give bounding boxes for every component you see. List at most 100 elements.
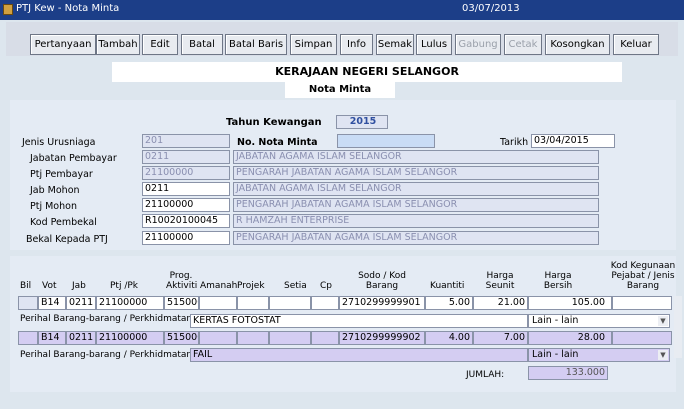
tahun-label: Tahun Kewangan bbox=[226, 117, 322, 128]
jab-mohon-desc: JABATAN AGAMA ISLAM SELANGOR bbox=[233, 182, 599, 196]
row2-harga-bersih: 28.00 bbox=[528, 331, 612, 345]
row1-setia[interactable] bbox=[269, 296, 311, 310]
col-vot: Vot bbox=[42, 281, 57, 291]
row1-bil[interactable] bbox=[18, 296, 38, 310]
col-kuantiti: Kuantiti bbox=[430, 281, 465, 291]
window-title-bar: PTJ Kew - Nota Minta 03/07/2013 bbox=[0, 0, 684, 20]
row1-vot[interactable]: B14 bbox=[38, 296, 66, 310]
ptj-pembayar-code[interactable]: 21100000 bbox=[142, 166, 230, 180]
row2-ptj[interactable]: 21100000 bbox=[96, 331, 164, 345]
kod-pembekal-code[interactable]: R10020100045 bbox=[142, 214, 230, 228]
col-ptj: Ptj /Pk bbox=[110, 281, 138, 291]
row2-perihal-label: Perihal Barang-barang / Perkhidmatan bbox=[20, 350, 193, 360]
jenis-urusniaga-field[interactable]: 201 bbox=[142, 134, 230, 148]
col-prog: Prog. Aktiviti bbox=[166, 271, 198, 291]
items-scrollbar[interactable] bbox=[674, 296, 682, 358]
info-button[interactable]: Info bbox=[340, 34, 373, 55]
ptj-mohon-desc: PENGARAH JABATAN AGAMA ISLAM SELANGOR bbox=[233, 198, 599, 212]
jabatan-pembayar-desc: JABATAN AGAMA ISLAM SELANGOR bbox=[233, 150, 599, 164]
col-kod-kegunaan: Kod Kegunaan Pejabat / Jenis Barang bbox=[610, 261, 676, 291]
window-date: 03/07/2013 bbox=[462, 3, 520, 14]
row2-cp[interactable] bbox=[311, 331, 339, 345]
jumlah-field: 133.000 bbox=[528, 366, 608, 380]
tarikh-label: Tarikh bbox=[500, 137, 529, 148]
jab-mohon-label: Jab Mohon bbox=[30, 185, 80, 196]
bekal-kepada-ptj-code[interactable]: 21100000 bbox=[142, 231, 230, 245]
pertanyaan-button[interactable]: Pertanyaan bbox=[30, 34, 96, 55]
bekal-kepada-ptj-desc: PENGARAH JABATAN AGAMA ISLAM SELANGOR bbox=[233, 231, 599, 245]
row2-setia[interactable] bbox=[269, 331, 311, 345]
row1-cp[interactable] bbox=[311, 296, 339, 310]
kosongkan-button[interactable]: Kosongkan bbox=[545, 34, 610, 55]
simpan-button[interactable]: Simpan bbox=[290, 34, 337, 55]
bekal-kepada-ptj-label: Bekal Kepada PTJ bbox=[26, 234, 108, 245]
chevron-down-icon[interactable]: ▼ bbox=[658, 316, 668, 326]
row1-prog[interactable]: 515000 bbox=[164, 296, 199, 310]
jumlah-label: JUMLAH: bbox=[466, 370, 505, 380]
batal-baris-button[interactable]: Batal Baris bbox=[225, 34, 287, 55]
page-subtitle: Nota Minta bbox=[285, 82, 395, 98]
row2-projek[interactable] bbox=[237, 331, 269, 345]
ptj-mohon-code[interactable]: 21100000 bbox=[142, 198, 230, 212]
row2-vot[interactable]: B14 bbox=[38, 331, 66, 345]
kod-pembekal-label: Kod Pembekal bbox=[30, 217, 97, 228]
keluar-button[interactable]: Keluar bbox=[613, 34, 659, 55]
lulus-button[interactable]: Lulus bbox=[416, 34, 452, 55]
row1-harga-seunit[interactable]: 21.00 bbox=[473, 296, 528, 310]
ptj-pembayar-desc: PENGARAH JABATAN AGAMA ISLAM SELANGOR bbox=[233, 166, 599, 180]
tahun-field[interactable]: 2015 bbox=[336, 115, 388, 129]
jabatan-pembayar-label: Jabatan Pembayar bbox=[30, 153, 117, 164]
row2-harga-seunit[interactable]: 7.00 bbox=[473, 331, 528, 345]
row2-jenis-value: Lain - lain bbox=[532, 349, 579, 360]
row2-jab[interactable]: 0211 bbox=[66, 331, 96, 345]
semak-button[interactable]: Semak bbox=[376, 34, 414, 55]
row2-jenis-select[interactable]: Lain - lain ▼ bbox=[528, 348, 670, 362]
row1-jenis-value: Lain - lain bbox=[532, 315, 579, 326]
row1-ptj[interactable]: 21100000 bbox=[96, 296, 164, 310]
row2-bil[interactable] bbox=[18, 331, 38, 345]
row1-sodo[interactable]: 2710299999901 bbox=[339, 296, 425, 310]
cetak-button[interactable]: Cetak bbox=[504, 34, 542, 55]
jabatan-pembayar-code[interactable]: 0211 bbox=[142, 150, 230, 164]
row1-kegunaan[interactable] bbox=[612, 296, 672, 310]
gabung-button[interactable]: Gabung bbox=[455, 34, 501, 55]
col-harga-seunit: Harga Seunit bbox=[485, 271, 515, 291]
app-icon bbox=[3, 4, 13, 15]
row2-perihal-field[interactable]: FAIL bbox=[190, 348, 528, 362]
row1-perihal-field[interactable]: KERTAS FOTOSTAT bbox=[190, 314, 528, 328]
batal-button[interactable]: Batal bbox=[181, 34, 223, 55]
edit-button[interactable]: Edit bbox=[142, 34, 178, 55]
row1-amanah[interactable] bbox=[199, 296, 237, 310]
ptj-mohon-label: Ptj Mohon bbox=[30, 201, 77, 212]
window-title: PTJ Kew - Nota Minta bbox=[16, 3, 120, 14]
nota-minta-field[interactable] bbox=[337, 134, 435, 148]
col-harga-bersih: Harga Bersih bbox=[543, 271, 573, 291]
nota-minta-label: No. Nota Minta bbox=[237, 137, 318, 148]
chevron-down-icon[interactable]: ▼ bbox=[658, 350, 668, 360]
jab-mohon-code[interactable]: 0211 bbox=[142, 182, 230, 196]
row1-projek[interactable] bbox=[237, 296, 269, 310]
col-jab: Jab bbox=[72, 281, 86, 291]
col-setia: Setia bbox=[284, 281, 307, 291]
tarikh-field[interactable]: 03/04/2015 bbox=[531, 134, 615, 148]
row2-kegunaan[interactable] bbox=[612, 331, 672, 345]
row2-kuantiti[interactable]: 4.00 bbox=[425, 331, 473, 345]
row2-amanah[interactable] bbox=[199, 331, 237, 345]
col-cp: Cp bbox=[320, 281, 332, 291]
row2-prog[interactable]: 515000 bbox=[164, 331, 199, 345]
jenis-urusniaga-label: Jenis Urusniaga bbox=[22, 137, 96, 148]
row1-harga-bersih: 105.00 bbox=[528, 296, 612, 310]
row1-jenis-select[interactable]: Lain - lain ▼ bbox=[528, 314, 670, 328]
kod-pembekal-desc: R HAMZAH ENTERPRISE bbox=[233, 214, 599, 228]
ptj-pembayar-label: Ptj Pembayar bbox=[30, 169, 93, 180]
page-title: KERAJAAN NEGERI SELANGOR bbox=[112, 62, 622, 82]
col-sodo: Sodo / Kod Barang bbox=[358, 271, 406, 291]
tambah-button[interactable]: Tambah bbox=[96, 34, 140, 55]
row1-kuantiti[interactable]: 5.00 bbox=[425, 296, 473, 310]
col-projek: Projek bbox=[237, 281, 265, 291]
col-bil: Bil bbox=[20, 281, 32, 291]
row2-sodo[interactable]: 2710299999902 bbox=[339, 331, 425, 345]
row1-perihal-label: Perihal Barang-barang / Perkhidmatan bbox=[20, 314, 193, 324]
row1-jab[interactable]: 0211 bbox=[66, 296, 96, 310]
col-amanah: Amanah bbox=[200, 281, 238, 291]
